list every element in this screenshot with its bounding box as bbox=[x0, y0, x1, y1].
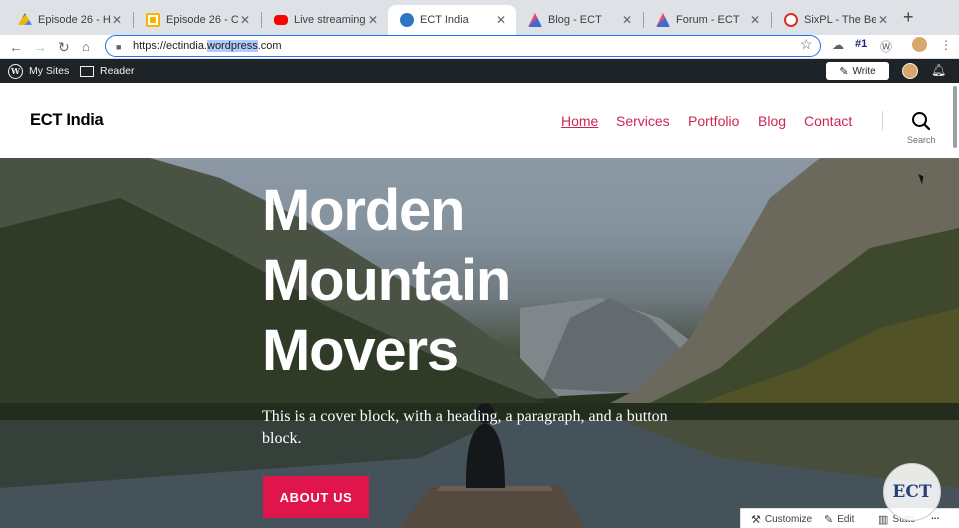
tab-episode-26-create[interactable]: Episode 26 - Create ✕ bbox=[134, 5, 260, 35]
write-label: Write bbox=[852, 65, 876, 77]
customize-label: Customize bbox=[764, 514, 813, 525]
lock-icon: ■ bbox=[116, 41, 122, 52]
tab-title: SixPL - The Best Di bbox=[804, 14, 876, 26]
tab-sixpl[interactable]: SixPL - The Best Di ✕ bbox=[772, 5, 898, 35]
my-sites-label: My Sites bbox=[29, 65, 70, 77]
sixpl-icon bbox=[784, 13, 798, 27]
heading-line: Morden bbox=[262, 178, 465, 243]
header-divider bbox=[882, 111, 883, 131]
tab-blog-ect[interactable]: Blog - ECT ✕ bbox=[516, 5, 642, 35]
url-selected-text: wordpress bbox=[207, 40, 258, 52]
close-icon[interactable]: ✕ bbox=[238, 13, 252, 27]
forward-icon[interactable]: → bbox=[33, 37, 47, 57]
avatar[interactable] bbox=[902, 63, 918, 79]
wordpress-icon bbox=[400, 13, 414, 27]
chrome-menu-icon[interactable]: ⋮ bbox=[940, 38, 952, 52]
tab-episode-26-how[interactable]: Episode 26 - How to ✕ bbox=[6, 5, 132, 35]
tab-title: Episode 26 - How to bbox=[38, 14, 110, 26]
nav-contact[interactable]: Contact bbox=[804, 113, 852, 129]
reader-icon bbox=[80, 65, 94, 77]
close-icon[interactable]: ✕ bbox=[748, 13, 762, 27]
tab-title: Episode 26 - Create bbox=[166, 14, 238, 26]
write-button[interactable]: ✎ Write bbox=[826, 62, 889, 80]
close-icon[interactable]: ✕ bbox=[110, 13, 124, 27]
cover-block: Morden Mountain Movers This is a cover b… bbox=[0, 158, 959, 528]
site-header: ECT India Home Services Portfolio Blog C… bbox=[0, 83, 959, 158]
youtube-icon bbox=[274, 15, 288, 25]
close-icon[interactable]: ✕ bbox=[620, 13, 634, 27]
home-icon[interactable]: ⌂ bbox=[82, 37, 90, 57]
edit-button[interactable]: ✎ Edit bbox=[824, 513, 854, 526]
url-suffix: .com bbox=[257, 40, 282, 52]
nav-blog[interactable]: Blog bbox=[758, 113, 786, 129]
notifications-icon[interactable]: 🔔︎ bbox=[931, 63, 946, 77]
close-icon[interactable]: ✕ bbox=[366, 13, 380, 27]
scrollbar-thumb[interactable] bbox=[953, 86, 957, 148]
tab-strip: Episode 26 - How to ✕ Episode 26 - Creat… bbox=[0, 0, 959, 35]
reload-icon[interactable]: ↻ bbox=[58, 37, 70, 57]
bookmark-star-icon[interactable]: ☆ bbox=[800, 36, 813, 53]
ect-icon bbox=[528, 13, 542, 27]
cover-paragraph: This is a cover block, with a heading, a… bbox=[262, 408, 668, 447]
back-icon[interactable]: ← bbox=[9, 37, 23, 57]
ect-icon bbox=[656, 13, 670, 27]
my-sites-button[interactable]: W My Sites bbox=[8, 59, 69, 83]
site-title[interactable]: ECT India bbox=[30, 111, 104, 130]
browser-toolbar: ← → ↻ ⌂ ■ https://ectindia. wordpress .com… bbox=[0, 35, 959, 59]
tab-live-streaming[interactable]: Live streaming - You ✕ bbox=[262, 5, 388, 35]
tab-title: Blog - ECT bbox=[548, 14, 602, 26]
google-slides-icon bbox=[146, 13, 160, 27]
customize-button[interactable]: ⚒ Customize bbox=[751, 513, 812, 526]
address-bar[interactable]: ■ https://ectindia. wordpress .com bbox=[105, 35, 821, 57]
write-icon: ✎ bbox=[839, 65, 849, 78]
nav-home[interactable]: Home bbox=[561, 113, 598, 129]
reader-button[interactable]: Reader bbox=[80, 59, 134, 83]
heading-line: Movers bbox=[262, 318, 459, 383]
close-icon[interactable]: ✕ bbox=[494, 13, 508, 27]
watermark-text: ECT bbox=[892, 482, 932, 502]
edit-label: Edit bbox=[837, 514, 855, 525]
pencil-icon: ✎ bbox=[824, 514, 834, 526]
cover-heading: Morden Mountain Movers bbox=[262, 176, 682, 386]
wordpress-extension-icon[interactable]: Ⓦ bbox=[880, 38, 892, 55]
profile-avatar[interactable] bbox=[912, 37, 927, 52]
nav-services[interactable]: Services bbox=[616, 113, 670, 129]
wp-admin-bar: W My Sites Reader ✎ Write 🔔︎ bbox=[0, 59, 959, 83]
google-drive-icon bbox=[18, 13, 32, 25]
search-label[interactable]: Search bbox=[907, 135, 936, 145]
tab-ect-india[interactable]: ECT India ✕ bbox=[388, 5, 516, 35]
heading-line: Mountain bbox=[262, 248, 511, 313]
browser-window: Episode 26 - How to ✕ Episode 26 - Creat… bbox=[0, 0, 959, 528]
tab-forum-ect[interactable]: Forum - ECT ✕ bbox=[644, 5, 770, 35]
url-prefix: https://ectindia. bbox=[133, 40, 207, 52]
tab-title: Live streaming - You bbox=[294, 14, 366, 26]
bar-chart-icon: ▥ bbox=[878, 514, 889, 526]
new-tab-button[interactable]: + bbox=[903, 7, 914, 28]
reader-label: Reader bbox=[100, 65, 135, 77]
wordpress-logo-icon: W bbox=[8, 63, 23, 79]
tab-title: ECT India bbox=[420, 14, 469, 26]
search-icon[interactable] bbox=[911, 111, 931, 131]
nav-portfolio[interactable]: Portfolio bbox=[688, 113, 739, 129]
about-us-button[interactable]: ABOUT US bbox=[263, 476, 369, 518]
extension-badge[interactable]: #1 bbox=[855, 38, 867, 50]
ect-watermark-logo: ECT bbox=[883, 463, 941, 521]
wrench-icon: ⚒ bbox=[751, 514, 761, 526]
tab-title: Forum - ECT bbox=[676, 14, 740, 26]
cloud-extension-icon[interactable]: ☁ bbox=[832, 38, 844, 52]
close-icon[interactable]: ✕ bbox=[876, 13, 890, 27]
